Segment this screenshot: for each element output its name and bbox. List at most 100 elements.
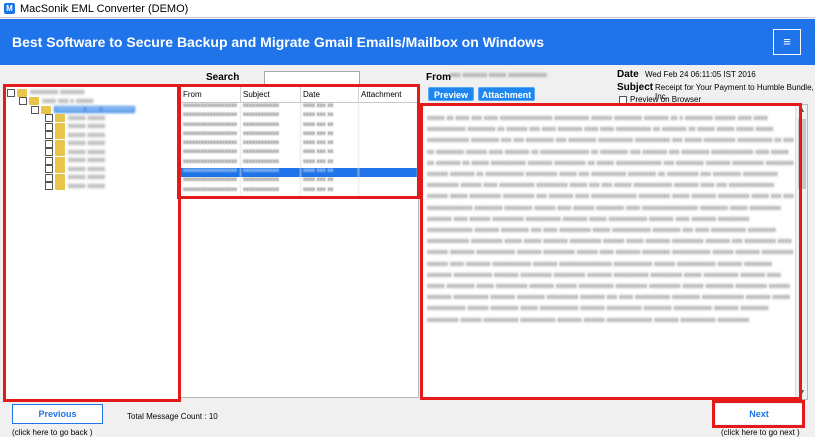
tree-checkbox[interactable] — [45, 182, 53, 190]
subject-label: Subject — [617, 82, 654, 93]
table-cell: xxxx xxx xx — [301, 158, 359, 169]
preview-on-browser-option[interactable]: Preview on Browser — [619, 95, 701, 104]
folder-icon — [17, 88, 27, 97]
column-attachment[interactable]: Attachment — [359, 87, 418, 102]
table-cell: xxxxxxxxxxxxxxxxxx — [181, 177, 241, 187]
table-cell: xxxxxxxxxxxx — [241, 140, 301, 150]
table-cell: xxxxxxxxxxxx — [241, 186, 301, 196]
tree-node-label: xxxxx xxxxx — [68, 140, 105, 147]
tree-checkbox[interactable] — [45, 139, 53, 148]
table-cell: xxxxxxxxxxxx — [241, 130, 301, 141]
table-cell: xxxx xxx xx — [301, 121, 359, 131]
email-list-grid[interactable]: From Subject Date Attachment xxxxxxxxxxx… — [180, 86, 419, 398]
table-cell: xxxx xxx xx — [301, 103, 359, 113]
tree-checkbox[interactable] — [45, 122, 53, 131]
table-cell: xxxxxxxxxxxx — [241, 168, 301, 178]
table-cell — [359, 121, 418, 131]
tree-checkbox[interactable] — [45, 156, 53, 165]
tree-node-label: xxxxx xxxxx — [68, 165, 105, 173]
table-row[interactable]: xxxxxxxxxxxxxxxxxx xxxxxxxxxxxx xxxx xxx x… — [181, 168, 418, 178]
tree-node-label: xxxxx xxxxx — [68, 114, 105, 122]
title-bar: M MacSonik EML Converter (DEMO) — [0, 0, 815, 18]
attachment-button[interactable]: Attachment — [478, 87, 535, 101]
preview-scrollbar[interactable]: ▲ ▼ — [795, 105, 807, 399]
table-row[interactable]: xxxxxxxxxxxxxxxxxx xxxxxxxxxxxx xxxx xxx x… — [181, 130, 418, 141]
table-row[interactable]: xxxxxxxxxxxxxxxxxx xxxxxxxxxxxx xxxx xxx x… — [181, 140, 418, 150]
preview-button[interactable]: Preview — [428, 87, 474, 101]
tree-node-label: xxxxx xxxxx — [68, 157, 105, 164]
table-cell: xxxxxxxxxxxx — [241, 103, 301, 113]
banner-text: Best Software to Secure Backup and Migra… — [12, 34, 544, 50]
preview-on-browser-label: Preview on Browser — [630, 95, 702, 104]
tree-checkbox[interactable] — [45, 148, 53, 156]
folder-icon — [55, 131, 65, 139]
table-cell — [359, 158, 418, 169]
tree-node-label: xxxxx xxxxx — [68, 148, 105, 156]
table-cell: xxxxxxxxxxxxxxxxxx — [181, 186, 241, 196]
tree-node-label: xxxxxxxx xxxx xxxxxxxxx — [54, 106, 136, 113]
message-body: xxxxx xx xxxx xxx xxxx xxxxxxxxxxxxxxx x… — [427, 115, 794, 324]
table-cell: xxxx xxx xx — [301, 186, 359, 196]
table-cell: xxxxxxxxxxxxxxxxxx — [181, 149, 241, 159]
folder-icon — [29, 97, 39, 105]
folder-icon — [55, 114, 65, 122]
search-input[interactable] — [264, 71, 360, 87]
folder-icon — [41, 105, 51, 114]
tree-node-label: xxxxx xxxxx — [68, 131, 105, 139]
table-row[interactable]: xxxxxxxxxxxxxxxxxx xxxxxxxxxxxx xxxx xxx x… — [181, 149, 418, 159]
date-value: Wed Feb 24 06:11:05 IST 2016 — [645, 70, 756, 79]
scroll-thumb[interactable] — [798, 119, 806, 189]
column-subject[interactable]: Subject — [241, 87, 301, 102]
table-row[interactable]: xxxxxxxxxxxxxxxxxx xxxxxxxxxxxx xxxx xxx x… — [181, 121, 418, 131]
table-cell: xxxxxxxxxxxxxxxxxx — [181, 158, 241, 169]
tree-checkbox[interactable] — [19, 97, 27, 105]
folder-tree[interactable]: xxxxxxxx xxxxxxx xxxx xxx x xxxxx xxxxxxxx… — [4, 84, 179, 400]
table-cell: xxxxxxxxxxxxxxxxxx — [181, 103, 241, 113]
tree-checkbox[interactable] — [45, 131, 53, 139]
tree-checkbox[interactable] — [45, 165, 53, 173]
table-cell: xxxxxxxxxxxx — [241, 112, 301, 122]
from-label: From — [426, 72, 451, 83]
grid-header: From Subject Date Attachment — [181, 87, 418, 103]
table-cell — [359, 112, 418, 122]
tree-node-label: xxxxxxxx xxxxxxx — [30, 89, 85, 96]
scroll-up-icon[interactable]: ▲ — [796, 105, 807, 117]
table-cell: xxxxxxxxxxxxxxxxxx — [181, 130, 241, 141]
message-preview-pane[interactable]: xxxxx xx xxxx xxx xxxx xxxxxxxxxxxxxxx x… — [420, 104, 808, 400]
tree-node-label: xxxxx xxxxx — [68, 174, 105, 181]
date-label: Date — [617, 69, 639, 80]
tree-checkbox[interactable] — [45, 114, 53, 122]
table-cell: xxxxxxxxxxxx — [241, 158, 301, 169]
folder-icon — [55, 156, 65, 165]
table-cell — [359, 177, 418, 187]
folder-icon — [55, 122, 65, 131]
tree-checkbox[interactable] — [7, 88, 15, 97]
table-cell — [359, 103, 418, 113]
column-from[interactable]: From — [181, 87, 241, 102]
table-cell: xxxxxxxxxxxxxxxxxx — [181, 140, 241, 150]
tree-node-label: xxxxx xxxxx — [68, 123, 105, 130]
from-value: xxx xxxxxxx xxxxx xxxxxxxxxxx — [450, 72, 547, 79]
preview-on-browser-checkbox[interactable] — [619, 95, 627, 104]
previous-button[interactable]: Previous — [12, 404, 103, 424]
table-cell — [359, 149, 418, 159]
menu-icon[interactable]: ≡ — [773, 29, 801, 55]
search-label: Search — [206, 72, 240, 83]
tree-node[interactable]: xxxxx xxxxx — [45, 182, 105, 191]
table-cell: xxxx xxx xx — [301, 140, 359, 150]
table-row[interactable]: xxxxxxxxxxxxxxxxxx xxxxxxxxxxxx xxxx xxx x… — [181, 158, 418, 169]
scroll-down-icon[interactable]: ▼ — [796, 387, 807, 399]
table-row[interactable]: xxxxxxxxxxxxxxxxxx xxxxxxxxxxxx xxxx xxx x… — [181, 103, 418, 113]
app-icon: M — [4, 3, 15, 14]
column-date[interactable]: Date — [301, 87, 359, 102]
table-cell: xxxxxxxxxxxx — [241, 149, 301, 159]
table-row[interactable]: xxxxxxxxxxxxxxxxxx xxxxxxxxxxxx xxxx xxx x… — [181, 112, 418, 122]
folder-icon — [55, 182, 65, 190]
table-cell: xxxx xxx xx — [301, 112, 359, 122]
tree-checkbox[interactable] — [45, 173, 53, 182]
table-row[interactable]: xxxxxxxxxxxxxxxxxx xxxxxxxxxxxx xxxx xxx x… — [181, 177, 418, 187]
next-button[interactable]: Next — [716, 404, 802, 424]
tree-checkbox[interactable] — [31, 105, 39, 114]
table-row[interactable]: xxxxxxxxxxxxxxxxxx xxxxxxxxxxxx xxxx xxx x… — [181, 186, 418, 196]
table-cell: xxxx xxx xx — [301, 149, 359, 159]
